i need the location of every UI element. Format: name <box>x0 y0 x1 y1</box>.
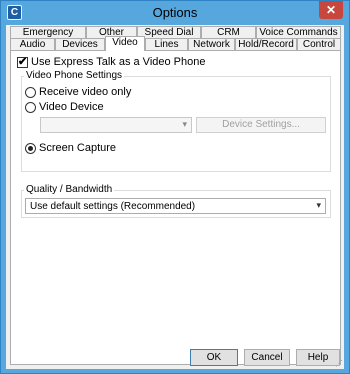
receive-only-radio[interactable] <box>25 87 36 98</box>
cancel-button[interactable]: Cancel <box>244 349 290 366</box>
dialog-client: Emergency Other Speed Dial CRM Voice Com… <box>6 25 344 369</box>
screen-capture-radio[interactable] <box>25 143 36 154</box>
quality-select-value: Use default settings (Recommended) <box>30 201 196 212</box>
chevron-down-icon: ▾ <box>316 200 321 210</box>
video-phone-settings-legend: Video Phone Settings <box>24 70 125 81</box>
options-window: C Options ✕ Emergency Other Speed Dial C… <box>0 0 350 374</box>
video-device-label[interactable]: Video Device <box>39 101 104 113</box>
radio-selected-dot <box>28 146 33 151</box>
quality-bandwidth-legend: Quality / Bandwidth <box>24 184 115 195</box>
checkmark-icon: ✔ <box>18 56 28 68</box>
screen-capture-label[interactable]: Screen Capture <box>39 142 116 154</box>
resize-grip-icon[interactable]: ⋰ <box>335 359 343 368</box>
ok-button[interactable]: OK <box>190 349 238 366</box>
use-video-phone-label[interactable]: Use Express Talk as a Video Phone <box>31 56 205 68</box>
help-button[interactable]: Help <box>296 349 340 366</box>
window-title: Options <box>152 5 198 20</box>
device-settings-button[interactable]: Device Settings... <box>196 117 326 133</box>
receive-only-label[interactable]: Receive video only <box>39 86 131 98</box>
title-bar[interactable]: C Options ✕ <box>1 1 349 25</box>
tab-video[interactable]: Video <box>105 36 145 51</box>
video-tab-panel: ✔ Use Express Talk as a Video Phone Vide… <box>10 50 341 365</box>
quality-select[interactable]: Use default settings (Recommended) ▾ <box>25 198 326 214</box>
video-device-select[interactable]: ▾ <box>40 117 192 133</box>
use-video-phone-checkbox[interactable]: ✔ <box>17 56 28 68</box>
video-device-radio[interactable] <box>25 102 36 113</box>
chevron-down-icon: ▾ <box>182 119 187 129</box>
close-button[interactable]: ✕ <box>319 1 343 19</box>
